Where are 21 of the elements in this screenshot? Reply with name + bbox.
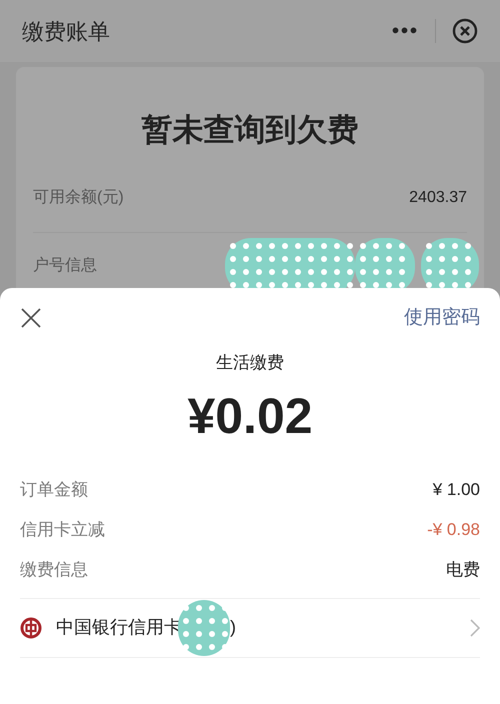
- use-password-link[interactable]: 使用密码: [404, 304, 480, 332]
- detail-value: -¥ 0.98: [427, 518, 480, 541]
- info-label: 可用余额(元): [33, 188, 124, 208]
- page-title: 缴费账单: [22, 18, 110, 46]
- redaction-mark: [178, 600, 230, 656]
- close-icon[interactable]: [20, 307, 42, 329]
- detail-label: 信用卡立减: [20, 518, 105, 541]
- detail-value: ¥ 1.00: [432, 478, 480, 501]
- info-value: 2403.37: [409, 188, 467, 208]
- close-icon[interactable]: [452, 18, 478, 44]
- chevron-right-icon: [470, 618, 480, 636]
- payment-amount: ¥0.02: [186, 386, 314, 446]
- more-button[interactable]: •••: [392, 16, 419, 46]
- card-suffix: ): [230, 616, 236, 639]
- detail-label: 缴费信息: [20, 558, 88, 581]
- detail-value: 电费: [446, 558, 480, 581]
- detail-label: 订单金额: [20, 478, 88, 501]
- bank-logo-icon: [20, 616, 42, 638]
- info-label: 户号信息: [33, 256, 97, 276]
- merchant-name: 生活缴费: [215, 352, 285, 374]
- bill-status: 暂未查询到欠费: [140, 111, 360, 149]
